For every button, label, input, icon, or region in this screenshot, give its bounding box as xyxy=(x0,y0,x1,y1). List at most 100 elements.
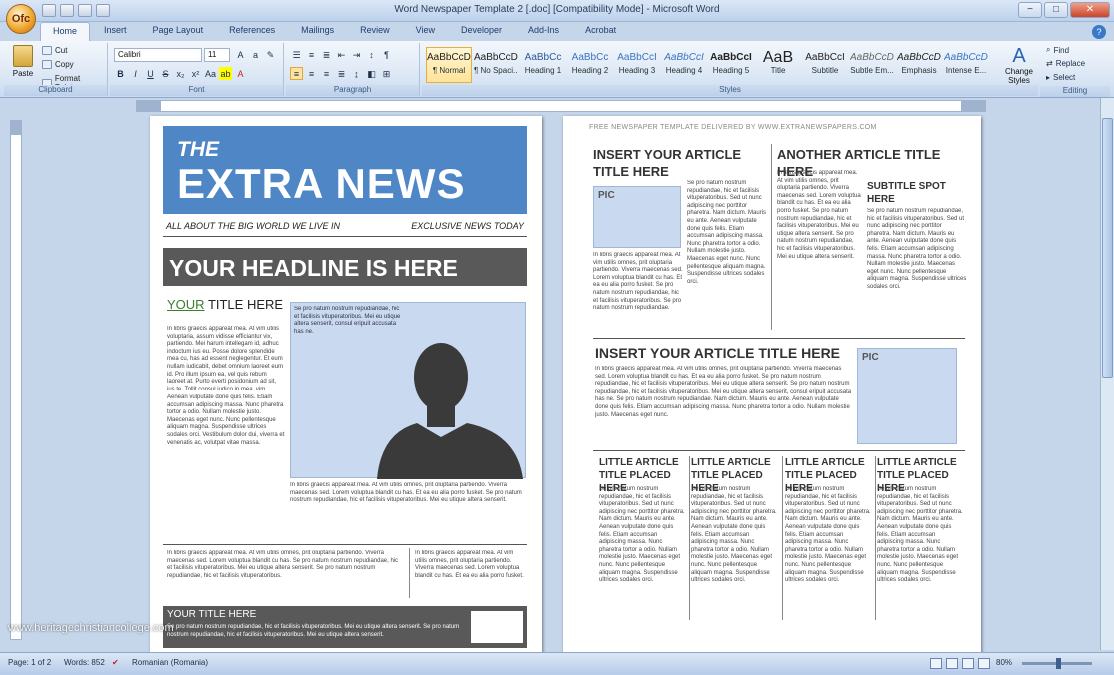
italic-button[interactable]: I xyxy=(129,67,142,80)
word-count[interactable]: Words: 852 xyxy=(64,658,105,667)
article-body-continued: Aenean vulputate done quis felis. Etiam … xyxy=(167,394,285,446)
shrink-font-button[interactable]: a xyxy=(249,48,262,61)
page-2[interactable]: FREE NEWSPAPER TEMPLATE DELIVERED BY WWW… xyxy=(563,116,981,656)
help-icon[interactable]: ? xyxy=(1092,25,1106,39)
increase-indent-button[interactable]: ⇥ xyxy=(350,48,363,61)
strikethrough-button[interactable]: S xyxy=(159,67,172,80)
style-name: Emphasis xyxy=(901,66,937,75)
bottom-title: YOUR TITLE HERE xyxy=(167,609,257,620)
outline-view-icon[interactable] xyxy=(978,658,990,669)
find-button[interactable]: ⌕ Find xyxy=(1046,45,1069,55)
tab-acrobat[interactable]: Acrobat xyxy=(573,22,628,42)
scrollbar-thumb[interactable] xyxy=(1102,118,1113,378)
horizontal-ruler[interactable] xyxy=(136,100,986,112)
sort-button[interactable]: ↕ xyxy=(365,48,378,61)
borders-button[interactable]: ⊞ xyxy=(380,67,393,80)
clipboard-group-label: Clipboard xyxy=(4,85,107,96)
bullets-button[interactable]: ☰ xyxy=(290,48,303,61)
style-sample: AaBbCc xyxy=(571,52,609,63)
page-1[interactable]: THE EXTRA NEWS ALL ABOUT THE BIG WORLD W… xyxy=(150,116,542,656)
style-sample: AaBbCcI xyxy=(617,52,657,63)
print-layout-view-icon[interactable] xyxy=(930,658,942,669)
cut-button[interactable]: Cut xyxy=(42,46,67,55)
select-button[interactable]: ▸ Select xyxy=(1046,73,1075,82)
minimize-button[interactable]: − xyxy=(1018,2,1042,18)
full-screen-view-icon[interactable] xyxy=(946,658,958,669)
binoculars-icon: ⌕ xyxy=(1046,45,1051,54)
line-spacing-button[interactable]: ↨ xyxy=(350,67,363,80)
tab-developer[interactable]: Developer xyxy=(449,22,514,42)
replace-button[interactable]: ⇄ Replace xyxy=(1046,59,1085,68)
multilevel-button[interactable]: ≣ xyxy=(320,48,333,61)
tab-insert[interactable]: Insert xyxy=(92,22,139,42)
show-marks-button[interactable]: ¶ xyxy=(380,48,393,61)
paragraph-row-1: ☰ ≡ ≣ ⇤ ⇥ ↕ ¶ xyxy=(290,48,393,61)
style-heading-2[interactable]: AaBbCc Heading 2 xyxy=(567,47,613,83)
change-styles-icon: A xyxy=(1012,45,1026,67)
tab-add-ins[interactable]: Add-Ins xyxy=(516,22,571,42)
style-emphasis[interactable]: AaBbCcDt Emphasis xyxy=(896,47,942,83)
style-heading-1[interactable]: AaBbCc Heading 1 xyxy=(520,47,566,83)
editing-group-label: Editing xyxy=(1040,86,1110,97)
paragraph-row-2: ≡ ≡ ≡ ≣ ↨ ◧ ⊞ xyxy=(290,67,393,80)
align-right-button[interactable]: ≡ xyxy=(320,67,333,80)
web-layout-view-icon[interactable] xyxy=(962,658,974,669)
style-normal[interactable]: AaBbCcDt ¶ Normal xyxy=(426,47,472,83)
superscript-button[interactable]: x² xyxy=(189,67,202,80)
zoom-slider-knob[interactable] xyxy=(1056,658,1061,669)
tagline-left: ALL ABOUT THE BIG WORLD WE LIVE IN xyxy=(166,221,341,231)
office-button[interactable]: Ofc xyxy=(6,4,36,34)
maximize-button[interactable]: □ xyxy=(1044,2,1068,18)
tab-mailings[interactable]: Mailings xyxy=(289,22,346,42)
zoom-level[interactable]: 80% xyxy=(996,658,1012,667)
style-name: Heading 2 xyxy=(571,66,609,75)
column-divider xyxy=(771,144,772,330)
window-controls: − □ ✕ xyxy=(1018,2,1110,18)
change-case-button[interactable]: Aa xyxy=(204,67,217,80)
style-heading-5[interactable]: AaBbCcI Heading 5 xyxy=(708,47,754,83)
subscript-button[interactable]: x₂ xyxy=(174,67,187,80)
vertical-ruler[interactable] xyxy=(10,120,22,640)
style-intense-emphasis[interactable]: AaBbCcDt Intense E... xyxy=(943,47,989,83)
paragraph-group: ☰ ≡ ≣ ⇤ ⇥ ↕ ¶ ≡ ≡ ≡ ≣ ↨ ◧ ⊞ Paragraph xyxy=(286,43,420,96)
font-size-combo[interactable]: 11 xyxy=(204,48,230,62)
numbering-button[interactable]: ≡ xyxy=(305,48,318,61)
tab-references[interactable]: References xyxy=(217,22,287,42)
grow-font-button[interactable]: A xyxy=(234,48,247,61)
justify-button[interactable]: ≣ xyxy=(335,67,348,80)
underline-button[interactable]: U xyxy=(144,67,157,80)
font-color-button[interactable]: A xyxy=(234,67,247,80)
style-title[interactable]: AaB Title xyxy=(755,47,801,83)
page-header: FREE NEWSPAPER TEMPLATE DELIVERED BY WWW… xyxy=(589,124,877,131)
column-divider xyxy=(782,456,783,620)
shading-button[interactable]: ◧ xyxy=(365,67,378,80)
zoom-slider[interactable] xyxy=(1022,658,1092,669)
proofing-icon[interactable]: ✔ xyxy=(112,658,119,667)
copy-button[interactable]: Copy xyxy=(42,60,74,69)
paste-button[interactable]: Paste xyxy=(10,45,36,83)
tab-review[interactable]: Review xyxy=(348,22,402,42)
style-subtle-emphasis[interactable]: AaBbCcDt Subtle Em... xyxy=(849,47,895,83)
bold-button[interactable]: B xyxy=(114,67,127,80)
style-heading-3[interactable]: AaBbCcI Heading 3 xyxy=(614,47,660,83)
page-count[interactable]: Page: 1 of 2 xyxy=(8,658,51,667)
tab-home[interactable]: Home xyxy=(40,22,91,42)
change-styles-button[interactable]: A Change Styles xyxy=(1000,45,1038,85)
clear-format-button[interactable]: ✎ xyxy=(264,48,277,61)
language[interactable]: Romanian (Romania) xyxy=(132,658,208,667)
tab-page-layout[interactable]: Page Layout xyxy=(141,22,216,42)
align-left-button[interactable]: ≡ xyxy=(290,67,303,80)
vertical-scrollbar[interactable] xyxy=(1100,98,1114,650)
style-no-spacing[interactable]: AaBbCcDt ¶ No Spaci... xyxy=(473,47,519,83)
style-name: Heading 3 xyxy=(618,66,656,75)
copy-icon xyxy=(42,60,52,69)
tab-view[interactable]: View xyxy=(404,22,447,42)
style-heading-4[interactable]: AaBbCcI Heading 4 xyxy=(661,47,707,83)
close-button[interactable]: ✕ xyxy=(1070,2,1110,18)
subtitle-body: Se pro natum nostrum repudiandae, hic et… xyxy=(867,208,967,290)
style-subtitle[interactable]: AaBbCcI Subtitle xyxy=(802,47,848,83)
decrease-indent-button[interactable]: ⇤ xyxy=(335,48,348,61)
font-name-combo[interactable]: Calibri xyxy=(114,48,202,62)
align-center-button[interactable]: ≡ xyxy=(305,67,318,80)
highlight-button[interactable]: ab xyxy=(219,67,232,80)
